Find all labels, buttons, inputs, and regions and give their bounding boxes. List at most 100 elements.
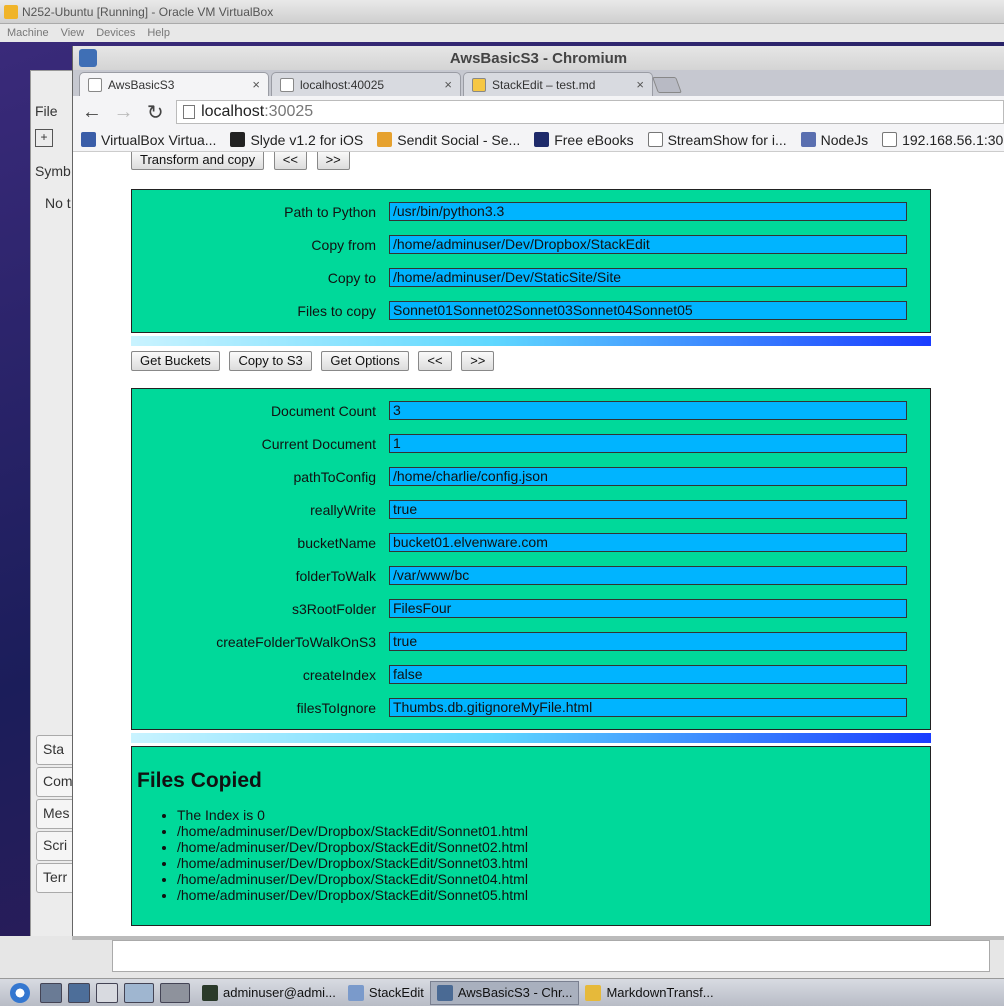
get-buckets-button[interactable]: Get Buckets: [131, 351, 220, 371]
bucket-name-input[interactable]: bucket01.elvenware.com: [389, 533, 907, 552]
url-host: localhost: [201, 103, 265, 120]
workspace-1-icon[interactable]: [124, 982, 154, 1003]
field-label: folderToWalk: [295, 568, 376, 584]
virtualbox-menubar: Machine View Devices Help: [0, 24, 1004, 42]
bookmark-free-ebooks[interactable]: Free eBooks: [534, 132, 634, 148]
document-count-input[interactable]: 3: [389, 401, 907, 420]
files-to-copy-input[interactable]: Sonnet01Sonnet02Sonnet03Sonnet04Sonnet05: [389, 301, 907, 320]
virtualbox-icon: [4, 4, 18, 19]
slyde-icon: [230, 132, 246, 147]
s3-root-folder-input[interactable]: FilesFour: [389, 599, 907, 618]
bg-file-menu[interactable]: File: [35, 103, 58, 119]
tab-close-icon[interactable]: ×: [636, 77, 644, 92]
next-button[interactable]: >>: [316, 152, 350, 170]
bookmark-local-ip[interactable]: 192.168.56.1:30...: [882, 132, 1004, 148]
bookmark-nodejs[interactable]: NodeJs: [800, 132, 868, 148]
chromium-icon: [436, 984, 453, 1001]
bookmark-streamshow[interactable]: StreamShow for i...: [647, 132, 787, 148]
bg-symbols-label: Symb: [35, 163, 71, 179]
create-folder-to-walk-input[interactable]: true: [389, 632, 907, 651]
tab-awsbasics3[interactable]: AwsBasicS3 ×: [79, 72, 269, 96]
files-copied-panel: Files Copied The Index is 0 /home/adminu…: [131, 746, 931, 926]
new-tab-button[interactable]: [652, 77, 682, 93]
copy-from-input[interactable]: /home/adminuser/Dev/Dropbox/StackEdit: [389, 235, 907, 254]
prev-button[interactable]: <<: [273, 152, 307, 170]
field-label: filesToIgnore: [296, 700, 376, 716]
bookmarks-bar: VirtualBox Virtua... Slyde v1.2 for iOS …: [73, 128, 1004, 152]
field-label: s3RootFolder: [291, 601, 376, 617]
field-label: bucketName: [297, 535, 376, 551]
start-icon: [10, 982, 30, 1003]
file-manager-icon[interactable]: [40, 982, 62, 1003]
task-label: StackEdit: [368, 985, 424, 1000]
bottom-text-area[interactable]: [112, 940, 990, 972]
field-label: reallyWrite: [310, 502, 376, 518]
workspace-2-icon[interactable]: [160, 982, 190, 1003]
add-icon[interactable]: +: [35, 129, 53, 147]
current-document-input[interactable]: 1: [389, 434, 907, 453]
s3-options-panel: Document Count 3 Current Document 1 path…: [131, 388, 931, 730]
menu-view[interactable]: View: [61, 27, 85, 39]
terminal-icon: [202, 984, 218, 1001]
menu-machine[interactable]: Machine: [7, 27, 49, 39]
copy-to-input[interactable]: /home/adminuser/Dev/StaticSite/Site: [389, 268, 907, 287]
section-divider: [131, 733, 931, 743]
list-item: /home/adminuser/Dev/Dropbox/StackEdit/So…: [177, 823, 930, 839]
nodejs-icon: [800, 132, 816, 147]
really-write-input[interactable]: true: [389, 500, 907, 519]
task-chromium[interactable]: AwsBasicS3 - Chr...: [429, 980, 580, 1005]
page-icon: [647, 132, 663, 147]
next-button[interactable]: >>: [461, 351, 495, 371]
reload-icon[interactable]: ↻: [144, 100, 166, 125]
bookmark-label: VirtualBox Virtua...: [101, 131, 217, 148]
section-divider: [131, 336, 931, 346]
field-row-folder-to-walk: folderToWalk /var/www/bc: [132, 566, 932, 586]
tab-close-icon[interactable]: ×: [444, 77, 452, 92]
bookmark-sendit[interactable]: Sendit Social - Se...: [377, 132, 520, 148]
forward-arrow-icon[interactable]: →: [113, 101, 135, 124]
field-row-create-index: createIndex false: [132, 665, 932, 685]
field-row-create-folder-to-walk: createFolderToWalkOnS3 true: [132, 632, 932, 652]
menu-devices[interactable]: Devices: [96, 27, 135, 39]
field-row-path-to-python: Path to Python /usr/bin/python3.3: [132, 202, 932, 222]
tab-title: AwsBasicS3: [108, 77, 175, 92]
field-row-really-write: reallyWrite true: [132, 500, 932, 520]
tab-localhost-40025[interactable]: localhost:40025 ×: [271, 72, 461, 96]
settings-icon[interactable]: [68, 982, 90, 1003]
files-to-ignore-input[interactable]: Thumbs.db.gitignoreMyFile.html: [389, 698, 907, 717]
chromium-window: AwsBasicS3 - Chromium AwsBasicS3 × local…: [72, 46, 1004, 936]
tab-favicon-icon: [472, 77, 486, 92]
windows-icon[interactable]: [96, 982, 118, 1003]
address-bar[interactable]: localhost:30025: [176, 100, 1004, 124]
list-item: /home/adminuser/Dev/Dropbox/StackEdit/So…: [177, 839, 930, 855]
bookmark-slyde[interactable]: Slyde v1.2 for iOS: [230, 132, 363, 148]
copy-to-s3-button[interactable]: Copy to S3: [229, 351, 312, 371]
create-index-input[interactable]: false: [389, 665, 907, 684]
field-row-bucket-name: bucketName bucket01.elvenware.com: [132, 533, 932, 553]
transform-and-copy-button[interactable]: Transform and copy: [131, 152, 265, 170]
task-terminal[interactable]: adminuser@admi...: [196, 981, 342, 1005]
virtualbox-icon: [81, 132, 96, 147]
tab-favicon-icon: [280, 77, 294, 92]
path-to-config-input[interactable]: /home/charlie/config.json: [389, 467, 907, 486]
task-markdown-transform[interactable]: MarkdownTransf...: [579, 981, 719, 1005]
get-options-button[interactable]: Get Options: [321, 351, 409, 371]
bookmark-virtualbox[interactable]: VirtualBox Virtua...: [81, 132, 216, 148]
python-config-panel: Path to Python /usr/bin/python3.3 Copy f…: [131, 189, 931, 333]
start-menu-button[interactable]: [0, 980, 40, 1006]
browser-window-title: AwsBasicS3 - Chromium: [449, 49, 628, 67]
field-row-copy-from: Copy from /home/adminuser/Dev/Dropbox/St…: [132, 235, 932, 255]
task-label: MarkdownTransf...: [606, 985, 714, 1000]
menu-help[interactable]: Help: [147, 27, 170, 39]
tab-stackedit[interactable]: StackEdit – test.md ×: [463, 72, 653, 96]
taskbar: adminuser@admi... StackEdit AwsBasicS3 -…: [0, 978, 1004, 1006]
bookmark-label: Sendit Social - Se...: [397, 131, 521, 148]
virtualbox-titlebar: N252-Ubuntu [Running] - Oracle VM Virtua…: [0, 0, 1004, 24]
task-stackedit[interactable]: StackEdit: [342, 981, 430, 1005]
tab-close-icon[interactable]: ×: [252, 77, 260, 92]
folder-to-walk-input[interactable]: /var/www/bc: [389, 566, 907, 585]
back-arrow-icon[interactable]: ←: [81, 101, 103, 124]
field-row-document-count: Document Count 3: [132, 401, 932, 421]
path-to-python-input[interactable]: /usr/bin/python3.3: [389, 202, 907, 221]
prev-button[interactable]: <<: [418, 351, 452, 371]
